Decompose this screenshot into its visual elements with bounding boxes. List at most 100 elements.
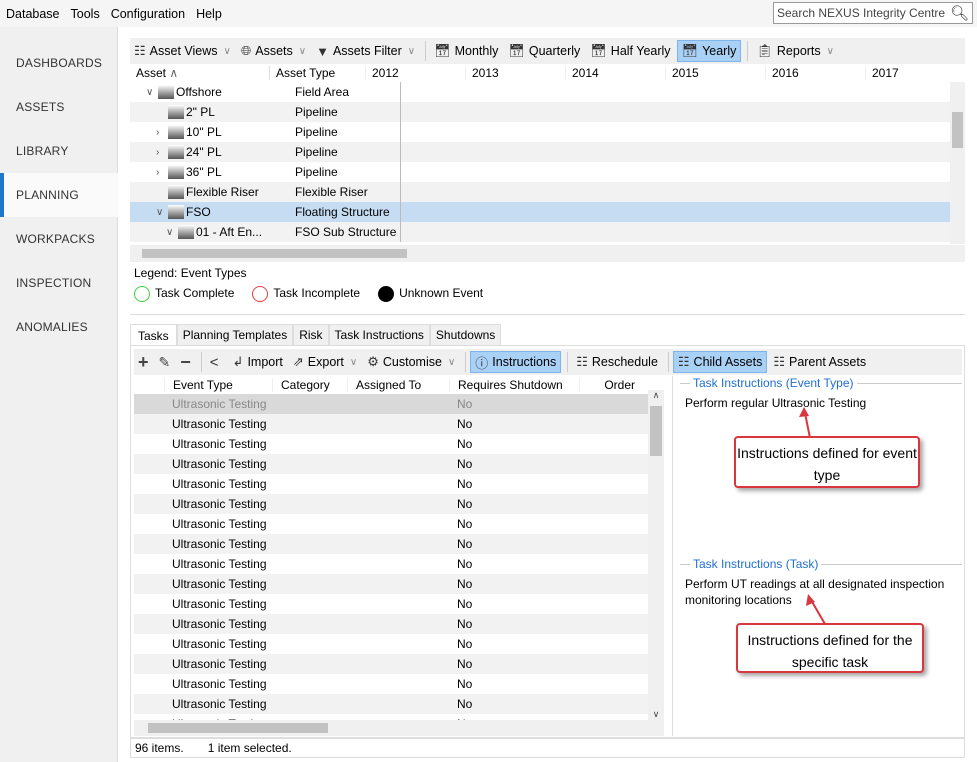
column-header[interactable]: Order [579,378,639,392]
planning-toolbar: ☷ Asset Views ∨ 🌐︎ Assets ∨ ▼ Assets Filter ∨ … [130,38,965,64]
export-button[interactable]: ⇗ Export ∨ [289,351,361,373]
asset-row[interactable]: › 10" PL Pipeline [130,122,950,142]
task-cell: No [457,397,473,411]
nav-anomalies[interactable]: ANOMALIES [0,305,118,349]
parent-assets-button[interactable]: ☷ Parent Assets [769,351,870,373]
task-row[interactable]: Ultrasonic Testing No [134,534,648,554]
instructions-button[interactable]: ⓘ Instructions [470,351,562,373]
monthly-button[interactable]: 📅︎ Monthly [430,40,502,62]
asset-views-button[interactable]: ☷ Asset Views ∨ [130,40,235,62]
task-row[interactable]: Ultrasonic Testing No [134,634,648,654]
tab-planning-templates[interactable]: Planning Templates [176,324,294,346]
header-asset-type[interactable]: Asset Type [269,66,365,80]
nav-workpacks[interactable]: WORKPACKS [0,217,118,261]
search-input[interactable]: Search NEXUS Integrity Centre 🔍︎ [773,2,973,24]
task-row[interactable]: Ultrasonic Testing No [134,594,648,614]
asset-grid-vscrollbar[interactable] [950,82,965,244]
asset-row[interactable]: Flexible Riser Flexible Riser [130,182,950,202]
child-assets-button[interactable]: ☷ Child Assets [672,351,768,373]
assets-button[interactable]: 🌐︎ Assets ∨ [237,40,310,62]
globe-icon: 🌐︎ [240,43,252,58]
menu-tools[interactable]: Tools [71,7,100,21]
chevron-right-icon[interactable]: › [156,167,168,178]
parent-assets-icon: ☷ [773,354,785,369]
nav-planning[interactable]: PLANNING [0,173,118,217]
task-cell: Ultrasonic Testing [172,697,267,711]
half-yearly-button[interactable]: 📅︎ Half Yearly [586,40,674,62]
task-row[interactable]: Ultrasonic Testing No [134,574,648,594]
task-row[interactable]: Ultrasonic Testing No [134,434,648,454]
task-row[interactable]: Ultrasonic Testing No [134,694,648,714]
chevron-down-icon[interactable]: ∨ [156,207,168,218]
reschedule-icon: ☷ [576,354,588,369]
column-header[interactable]: Event Type [164,378,272,392]
asset-row[interactable]: 2" PL Pipeline [130,102,950,122]
task-row[interactable]: Ultrasonic Testing No [134,614,648,634]
share-button[interactable]: < [206,351,227,373]
add-task-button[interactable]: + [134,351,153,373]
asset-name: 10" PL [186,125,222,139]
quarterly-button[interactable]: 📅︎ Quarterly [504,40,584,62]
calendar-icon: 📅︎ [681,43,699,58]
menu-database[interactable]: Database [6,7,60,21]
import-icon: ↲ [232,354,244,369]
asset-icon [168,145,184,159]
chevron-down-icon: ∨ [407,45,416,57]
task-row[interactable]: Ultrasonic Testing No [134,554,648,574]
nav-dashboards[interactable]: DASHBOARDS [0,41,118,85]
legend: Legend: Event Types Task Complete Task In… [134,266,483,302]
chevron-down-icon[interactable]: ∨ [146,87,158,98]
task-row[interactable]: Ultrasonic Testing No [134,514,648,534]
remove-task-button[interactable]: − [176,351,195,373]
asset-grid-hscrollbar[interactable] [130,245,965,262]
task-row[interactable]: Ultrasonic Testing No [134,474,648,494]
tab-tasks[interactable]: Tasks [130,324,177,346]
chevron-down-icon[interactable]: ∨ [166,227,178,238]
header-asset[interactable]: Asset ∧ [130,66,269,80]
chevron-down-icon: ∨ [223,45,231,57]
column-header[interactable]: Category [272,378,347,392]
menu-help[interactable]: Help [196,7,222,21]
tab-task-instructions[interactable]: Task Instructions [328,324,430,346]
asset-row[interactable]: ∨ 01 - Aft En... FSO Sub Structure [130,222,950,242]
legend-item: Task Incomplete [252,286,360,302]
tab-bar: Tasks Planning Templates Risk Task Instruct… [130,324,502,346]
asset-row[interactable]: › 24" PL Pipeline [130,142,950,162]
search-icon[interactable]: 🔍︎ [950,4,969,22]
edit-task-button[interactable]: ✎ [155,351,175,373]
task-row[interactable]: Ultrasonic Testing No [134,494,648,514]
nav-inspection[interactable]: INSPECTION [0,261,118,305]
menu-configuration[interactable]: Configuration [111,7,185,21]
status-item-count: 96 items. [135,741,184,755]
task-row[interactable]: Ultrasonic Testing No [134,674,648,694]
chevron-right-icon[interactable]: › [156,147,168,158]
task-row[interactable]: Ultrasonic Testing No [134,454,648,474]
chevron-right-icon[interactable]: › [156,127,168,138]
task-cell: Ultrasonic Testing [172,637,267,651]
yearly-button[interactable]: 📅︎ Yearly [676,40,742,62]
task-row[interactable]: Ultrasonic Testing No [134,654,648,674]
task-cell: No [457,597,473,611]
sidebar: DASHBOARDS ASSETS LIBRARY PLANNING WORKP… [0,27,118,762]
reschedule-button[interactable]: ☷ Reschedule [572,351,662,373]
tasks-grid-hscrollbar[interactable] [134,720,664,736]
column-header[interactable]: Requires Shutdown [449,378,579,392]
nav-assets[interactable]: ASSETS [0,85,118,129]
task-row[interactable]: Ultrasonic Testing No [134,394,648,414]
task-row[interactable]: Ultrasonic Testing No [134,414,648,434]
tab-risk[interactable]: Risk [293,324,329,346]
asset-icon [168,125,184,139]
legend-title: Legend: Event Types [134,266,247,280]
import-button[interactable]: ↲ Import [229,351,287,373]
tab-shutdowns[interactable]: Shutdowns [429,324,502,346]
asset-row[interactable]: ∨ Offshore Field Area [130,82,950,102]
asset-row[interactable]: ∨ FSO Floating Structure [130,202,950,222]
nav-library[interactable]: LIBRARY [0,129,118,173]
tasks-grid-vscrollbar[interactable]: ∧ ∨ [648,390,664,720]
column-header[interactable]: Assigned To [347,378,449,392]
assets-filter-button[interactable]: ▼ Assets Filter ∨ [312,40,419,62]
asset-row[interactable]: › 36" PL Pipeline [130,162,950,182]
customise-button[interactable]: ⚙ Customise ∨ [363,351,459,373]
task-cell: Ultrasonic Testing [172,557,267,571]
reports-button[interactable]: 📋︎ Reports ∨ [752,40,838,62]
